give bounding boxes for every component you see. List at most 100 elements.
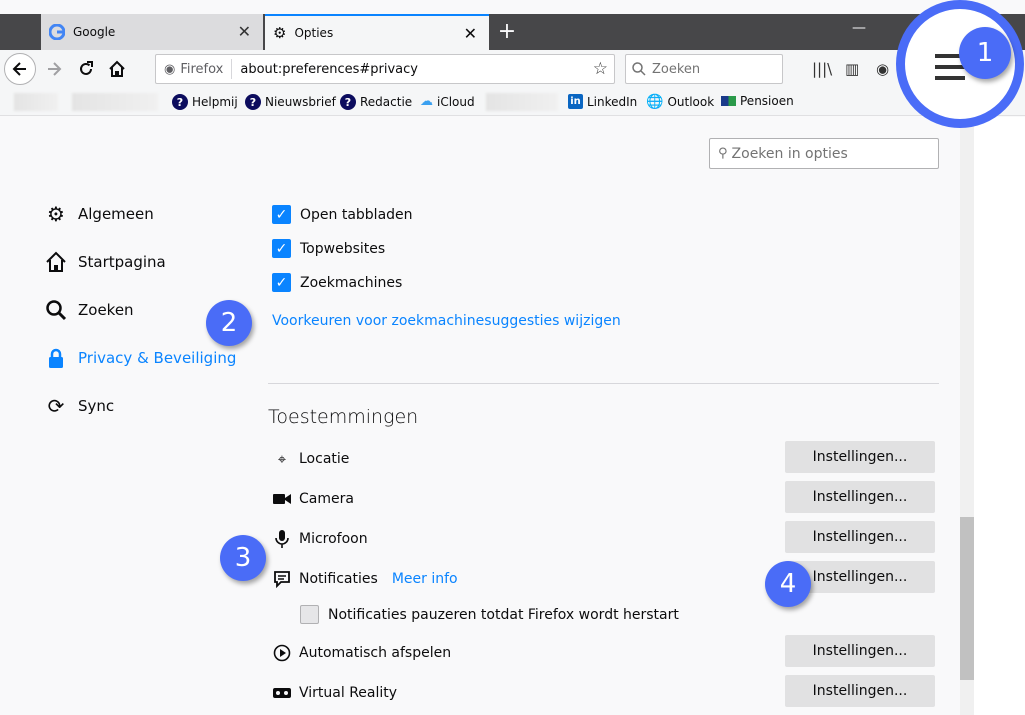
category-sync[interactable]: ⟳ Sync xyxy=(44,394,115,418)
gear-icon: ⚙ xyxy=(47,202,65,226)
permission-label: Automatisch afspelen xyxy=(299,645,452,661)
meer-info-link[interactable]: Meer info xyxy=(392,571,458,587)
bookmark-label: Helpmij xyxy=(192,95,238,109)
bookmark-linkedin[interactable]: in LinkedIn xyxy=(568,94,637,109)
nav-bar: ◉ Firefox about:preferences#privacy ☆ Zo… xyxy=(0,50,1025,88)
bookmark-star-icon[interactable]: ☆ xyxy=(593,59,608,79)
blurred-bookmark[interactable] xyxy=(486,93,558,111)
microphone-settings-button[interactable]: Instellingen... xyxy=(785,521,935,553)
bookmark-pensioen[interactable]: Pensioen xyxy=(721,94,794,108)
category-label: Startpagina xyxy=(78,253,166,271)
account-icon[interactable]: ◉ xyxy=(876,60,889,78)
bookmark-redactie[interactable]: ? Redactie xyxy=(340,94,412,110)
forward-arrow-icon xyxy=(48,62,62,76)
pensioen-icon xyxy=(721,96,736,106)
bookmark-helpmij[interactable]: ? Helpmij xyxy=(172,94,238,110)
window-edge xyxy=(974,117,1025,715)
url-text[interactable]: about:preferences#privacy xyxy=(232,62,418,77)
tab-close-icon[interactable]: ✕ xyxy=(464,24,477,43)
checkbox-label: Topwebsites xyxy=(300,240,386,257)
checkbox-checked-icon[interactable]: ✓ xyxy=(272,239,291,258)
tab-close-icon[interactable]: ✕ xyxy=(238,22,251,41)
category-label: Sync xyxy=(78,397,115,415)
checkbox-pause-notifications[interactable]: Notificaties pauzeren totdat Firefox wor… xyxy=(300,605,679,624)
search-bar[interactable]: Zoeken xyxy=(625,54,783,84)
identity-box[interactable]: ◉ Firefox xyxy=(156,59,233,79)
scrollbar-thumb[interactable] xyxy=(960,517,974,680)
blurred-bookmark[interactable] xyxy=(14,93,58,111)
preferences-content: ⚲ Zoeken in opties ⚙ Algemeen Startpagin… xyxy=(0,117,960,715)
bookmark-nieuwsbrief[interactable]: ? Nieuwsbrief xyxy=(245,94,336,110)
back-arrow-icon xyxy=(12,62,26,76)
tab-google[interactable]: Google ✕ xyxy=(41,14,263,50)
bookmark-label: Redactie xyxy=(360,95,413,109)
forward-button[interactable] xyxy=(40,55,68,83)
home-icon xyxy=(109,60,125,77)
home-icon xyxy=(44,250,68,274)
vr-headset-icon xyxy=(272,683,292,703)
autoplay-icon xyxy=(272,643,292,663)
autoplay-settings-button[interactable]: Instellingen... xyxy=(785,635,935,667)
bookmark-label: iCloud xyxy=(437,94,475,109)
url-bar[interactable]: ◉ Firefox about:preferences#privacy ☆ xyxy=(155,54,615,84)
checkbox-unchecked-icon[interactable] xyxy=(300,605,319,624)
permission-virtual-reality: Virtual Reality xyxy=(272,683,397,703)
home-button[interactable] xyxy=(103,55,131,83)
search-placeholder: Zoeken xyxy=(652,61,701,77)
reload-button[interactable] xyxy=(72,55,100,83)
location-settings-button[interactable]: Instellingen... xyxy=(785,441,935,473)
category-label: Privacy & Beveiliging xyxy=(78,349,237,367)
category-label: Algemeen xyxy=(78,205,154,223)
permission-autoplay: Automatisch afspelen xyxy=(272,643,451,663)
bookmark-outlook[interactable]: 🌐 Outlook xyxy=(646,94,714,110)
category-label: Zoeken xyxy=(78,301,134,319)
new-tab-button[interactable]: + xyxy=(495,18,519,46)
notification-icon xyxy=(272,569,292,589)
checkbox-zoekmachines[interactable]: ✓ Zoekmachines xyxy=(272,273,402,292)
permission-label: Camera xyxy=(299,491,354,507)
checkbox-topwebsites[interactable]: ✓ Topwebsites xyxy=(272,239,385,258)
permission-label: Locatie xyxy=(299,451,350,467)
permissions-heading: Toestemmingen xyxy=(268,406,419,428)
category-privacy[interactable]: Privacy & Beveiliging xyxy=(44,346,236,370)
sync-icon: ⟳ xyxy=(47,394,65,418)
scrollbar[interactable] xyxy=(960,117,974,715)
permission-camera: Camera xyxy=(272,489,354,509)
bookmark-icloud[interactable]: ☁ iCloud xyxy=(420,94,475,109)
bookmark-label: LinkedIn xyxy=(587,94,638,109)
checkbox-open-tabbladen[interactable]: ✓ Open tabbladen xyxy=(272,205,413,224)
help-icon: ? xyxy=(172,94,188,110)
checkbox-label: Open tabbladen xyxy=(300,206,413,223)
tab-strip: Google ✕ ⚙ Opties ✕ + — xyxy=(0,14,1025,50)
callout-badge: 1 xyxy=(959,27,1011,79)
tab-opties[interactable]: ⚙ Opties ✕ xyxy=(265,14,489,50)
location-icon: ⌖ xyxy=(277,450,287,468)
checkbox-checked-icon[interactable]: ✓ xyxy=(272,205,291,224)
reload-icon xyxy=(80,61,93,75)
permission-microfoon: Microfoon xyxy=(272,529,368,549)
vr-settings-button[interactable]: Instellingen... xyxy=(785,675,935,707)
bookmark-label: Pensioen xyxy=(740,94,794,108)
options-search-input[interactable]: ⚲ Zoeken in opties xyxy=(709,138,939,169)
library-icon[interactable]: |||\ xyxy=(812,60,832,78)
checkbox-checked-icon[interactable]: ✓ xyxy=(272,273,291,292)
minimize-icon[interactable]: — xyxy=(852,20,866,36)
category-algemeen[interactable]: ⚙ Algemeen xyxy=(44,202,154,226)
category-zoeken[interactable]: Zoeken xyxy=(44,298,134,322)
search-icon: ⚲ xyxy=(718,146,728,161)
tab-label: Opties xyxy=(294,26,334,40)
permission-label: Microfoon xyxy=(299,531,368,547)
camera-icon xyxy=(272,489,292,509)
suggestions-preferences-link[interactable]: Voorkeuren voor zoekmachinesuggesties wi… xyxy=(272,313,621,329)
blurred-bookmark[interactable] xyxy=(72,93,158,111)
camera-settings-button[interactable]: Instellingen... xyxy=(785,481,935,513)
category-startpagina[interactable]: Startpagina xyxy=(44,250,166,274)
search-icon xyxy=(632,62,646,76)
sidebar-icon[interactable]: ▥ xyxy=(845,60,859,78)
section-divider xyxy=(268,383,939,384)
linkedin-icon: in xyxy=(568,94,583,109)
permission-label: Virtual Reality xyxy=(299,685,398,701)
back-button[interactable] xyxy=(4,53,36,85)
globe-icon: 🌐 xyxy=(646,94,664,110)
google-icon xyxy=(49,24,65,40)
